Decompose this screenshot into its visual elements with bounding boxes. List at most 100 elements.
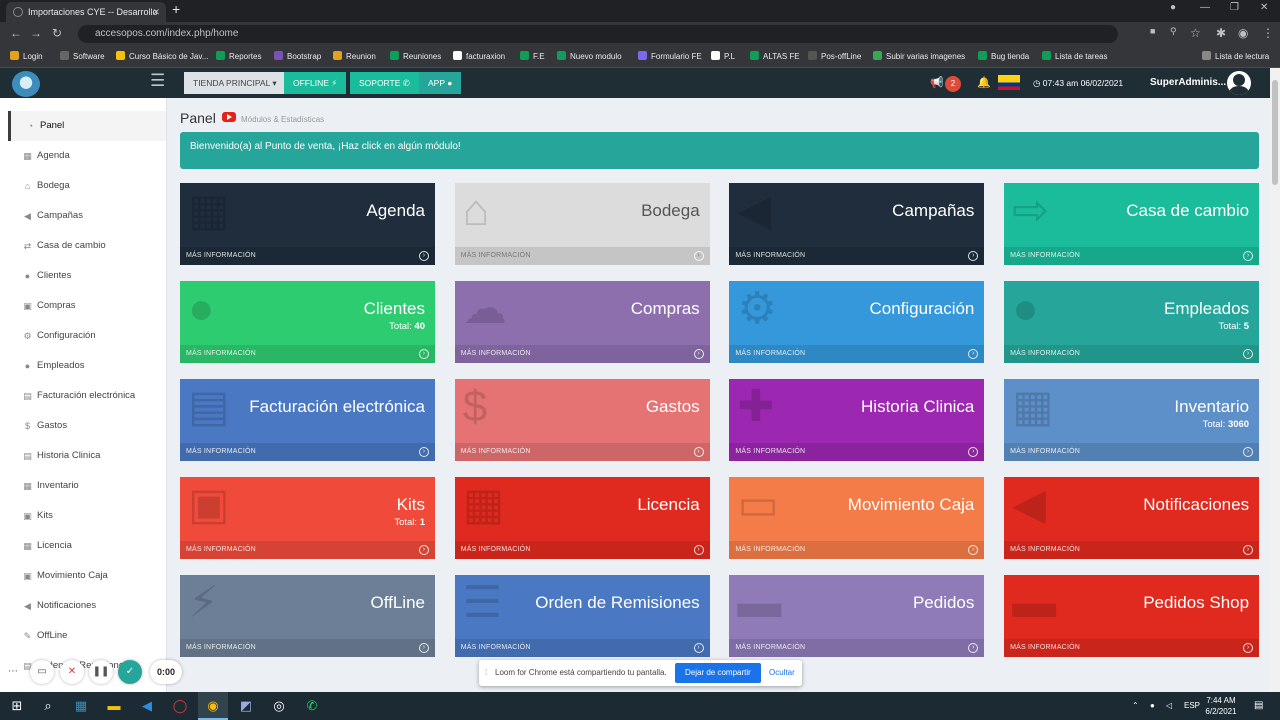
loom-cancel-icon[interactable]: ✕ xyxy=(60,660,84,684)
profile-icon[interactable]: ◉ xyxy=(1238,26,1248,40)
reading-list[interactable]: Lista de lectura xyxy=(1202,46,1269,68)
sidebar-item-configuracion[interactable]: ⚙ Configuración xyxy=(8,321,166,351)
volume-icon[interactable]: ◁ xyxy=(1166,692,1172,720)
hamburger-menu-icon[interactable]: ☰ xyxy=(150,71,165,91)
more-info-link[interactable]: MÁS INFORMACIÓN › xyxy=(729,345,985,363)
sidebar-item-agenda[interactable]: ▦ Agenda xyxy=(8,141,166,171)
sidebar-item-compras[interactable]: ▣ Compras xyxy=(8,291,166,321)
bookmark-item[interactable]: Reunion xyxy=(333,46,376,68)
mic-icon[interactable]: ● xyxy=(1150,692,1155,720)
bookmark-item[interactable]: F.E xyxy=(520,46,545,68)
bookmark-item[interactable]: ALTAS FE xyxy=(750,46,800,68)
more-info-link[interactable]: MÁS INFORMACIÓN › xyxy=(729,541,985,559)
more-info-link[interactable]: MÁS INFORMACIÓN › xyxy=(729,639,985,657)
module-box[interactable]: ▣ Kits Total: 1 MÁS INFORMACIÓN › xyxy=(180,477,435,559)
module-box[interactable]: ▦ Agenda MÁS INFORMACIÓN › xyxy=(180,183,435,265)
extensions-icon[interactable]: ✱ xyxy=(1216,26,1226,40)
module-box[interactable]: ⚡ OffLine MÁS INFORMACIÓN › xyxy=(180,575,435,657)
notes-icon[interactable]: ◩ xyxy=(231,692,261,720)
new-tab-icon[interactable]: + xyxy=(172,1,180,17)
more-info-link[interactable]: MÁS INFORMACIÓN › xyxy=(1004,345,1260,363)
more-info-link[interactable]: MÁS INFORMACIÓN › xyxy=(1004,247,1260,265)
key-icon[interactable]: ⚲ xyxy=(1170,26,1177,37)
sidebar-item-notificaciones[interactable]: ◀ Notificaciones xyxy=(8,591,166,621)
more-info-link[interactable]: MÁS INFORMACIÓN › xyxy=(1004,443,1260,461)
bookmark-item[interactable]: Formulario FE xyxy=(638,46,702,68)
record-icon[interactable]: ● xyxy=(1170,2,1176,13)
tray-arrow-icon[interactable]: ⌃ xyxy=(1132,692,1139,720)
star-icon[interactable]: ☆ xyxy=(1190,26,1201,40)
browser-tab[interactable]: Importaciones CYE -- Desarrollo ✕ xyxy=(6,2,166,22)
more-info-link[interactable]: MÁS INFORMACIÓN › xyxy=(454,247,710,265)
more-info-link[interactable]: MÁS INFORMACIÓN › xyxy=(180,639,435,657)
module-box[interactable]: ● Clientes Total: 40 MÁS INFORMACIÓN › xyxy=(180,281,435,363)
soporte-button[interactable]: SOPORTE ✆ xyxy=(350,72,419,94)
loom-pause-icon[interactable]: ❚❚ xyxy=(89,660,113,684)
module-box[interactable]: ▤ Facturación electrónica MÁS INFORMACIÓN › xyxy=(180,379,435,461)
more-info-link[interactable]: MÁS INFORMACIÓN › xyxy=(454,541,710,559)
scrollbar[interactable] xyxy=(1270,68,1280,692)
camera-icon[interactable]: ■ xyxy=(1150,26,1155,36)
sidebar-item-movimiento-caja[interactable]: ▣ Movimiento Caja xyxy=(8,561,166,591)
more-info-link[interactable]: MÁS INFORMACIÓN › xyxy=(180,541,435,559)
app-button[interactable]: APP ● xyxy=(419,72,462,94)
sidebar-item-clientes[interactable]: ● Clientes xyxy=(8,261,166,291)
menu-dots-icon[interactable]: ⋮ xyxy=(1262,26,1274,40)
more-info-link[interactable]: MÁS INFORMACIÓN › xyxy=(1004,639,1260,657)
sidebar-item-empleados[interactable]: ● Empleados xyxy=(8,351,166,381)
sidebar-item-panel[interactable]: ◔ Panel xyxy=(8,111,166,141)
more-info-link[interactable]: MÁS INFORMACIÓN › xyxy=(180,247,435,265)
record-app-icon[interactable]: ◎ xyxy=(264,692,294,720)
more-info-link[interactable]: MÁS INFORMACIÓN › xyxy=(729,443,985,461)
bookmark-item[interactable]: Software xyxy=(60,46,105,68)
sidebar-item-licencia[interactable]: ▦ Licencia xyxy=(8,531,166,561)
app-logo[interactable] xyxy=(12,71,40,97)
notifications-icon[interactable]: ▤ xyxy=(1254,692,1263,720)
module-box[interactable]: ● Empleados Total: 5 MÁS INFORMACIÓN › xyxy=(1004,281,1260,363)
offline-button[interactable]: OFFLINE ⚡ xyxy=(284,72,347,94)
bookmark-item[interactable]: Bug tienda xyxy=(978,46,1029,68)
module-box[interactable]: ✚ Historia Clinica MÁS INFORMACIÓN › xyxy=(729,379,985,461)
module-box[interactable]: ◀ Notificaciones MÁS INFORMACIÓN › xyxy=(1004,477,1260,559)
bookmark-item[interactable]: Bootstrap xyxy=(274,46,321,68)
tienda-principal-dropdown[interactable]: TIENDA PRINCIPAL ▾ xyxy=(184,72,286,94)
module-box[interactable]: ▦ Licencia MÁS INFORMACIÓN › xyxy=(454,477,710,559)
more-info-link[interactable]: MÁS INFORMACIÓN › xyxy=(729,247,985,265)
more-info-link[interactable]: MÁS INFORMACIÓN › xyxy=(454,443,710,461)
more-info-link[interactable]: MÁS INFORMACIÓN › xyxy=(1004,541,1260,559)
module-box[interactable]: ▭ Movimiento Caja MÁS INFORMACIÓN › xyxy=(729,477,985,559)
loom-more-icon[interactable]: ⋯ xyxy=(4,660,22,684)
hide-button[interactable]: Ocultar xyxy=(769,660,795,686)
window-close-icon[interactable]: ✕ xyxy=(1260,2,1268,13)
user-avatar[interactable] xyxy=(1227,71,1251,95)
module-box[interactable]: ☁ Compras MÁS INFORMACIÓN › xyxy=(454,281,710,363)
bookmark-item[interactable]: Pos-offLine xyxy=(808,46,861,68)
file-explorer-icon[interactable]: ▬ xyxy=(99,692,129,720)
module-box[interactable]: ⚙ Configuración MÁS INFORMACIÓN › xyxy=(729,281,985,363)
bell-icon[interactable]: 🔔 xyxy=(977,68,991,98)
sidebar-item-inventario[interactable]: ▦ Inventario xyxy=(8,471,166,501)
url-field[interactable]: accesopos.com/index.php/home xyxy=(78,25,1118,43)
sidebar-item-kits[interactable]: ▣ Kits xyxy=(8,501,166,531)
whatsapp-icon[interactable]: ✆ xyxy=(297,692,327,720)
more-info-link[interactable]: MÁS INFORMACIÓN › xyxy=(180,443,435,461)
drag-handle-icon[interactable]: ⁞ xyxy=(485,660,487,686)
forward-icon[interactable]: → xyxy=(30,26,42,40)
loom-camera-icon[interactable]: ▭ xyxy=(30,660,54,684)
loom-finish-icon[interactable]: ✓ xyxy=(118,660,142,684)
module-box[interactable]: ▬ Pedidos Shop MÁS INFORMACIÓN › xyxy=(1004,575,1260,657)
module-box[interactable]: ▦ Inventario Total: 3060 MÁS INFORMACIÓN › xyxy=(1004,379,1260,461)
stop-sharing-button[interactable]: Dejar de compartir xyxy=(675,663,761,683)
module-box[interactable]: ◀ Campañas MÁS INFORMACIÓN › xyxy=(729,183,985,265)
maximize-icon[interactable]: ❐ xyxy=(1230,2,1239,13)
user-name[interactable]: SuperAdminis... xyxy=(1150,68,1226,98)
bookmark-item[interactable]: Lista de tareas xyxy=(1042,46,1107,68)
more-info-link[interactable]: MÁS INFORMACIÓN › xyxy=(454,345,710,363)
bookmark-item[interactable]: Subir varias imagenes xyxy=(873,46,965,68)
sidebar-item-bodega[interactable]: ⌂ Bodega xyxy=(8,171,166,201)
back-icon[interactable]: ← xyxy=(10,26,22,40)
colombia-flag-icon[interactable] xyxy=(998,75,1020,90)
chrome-icon[interactable]: ◉ xyxy=(198,692,228,720)
sidebar-item-facturacion-electronica[interactable]: ▤ Facturación electrónica xyxy=(8,381,166,411)
bookmark-item[interactable]: Nuevo modulo xyxy=(557,46,622,68)
